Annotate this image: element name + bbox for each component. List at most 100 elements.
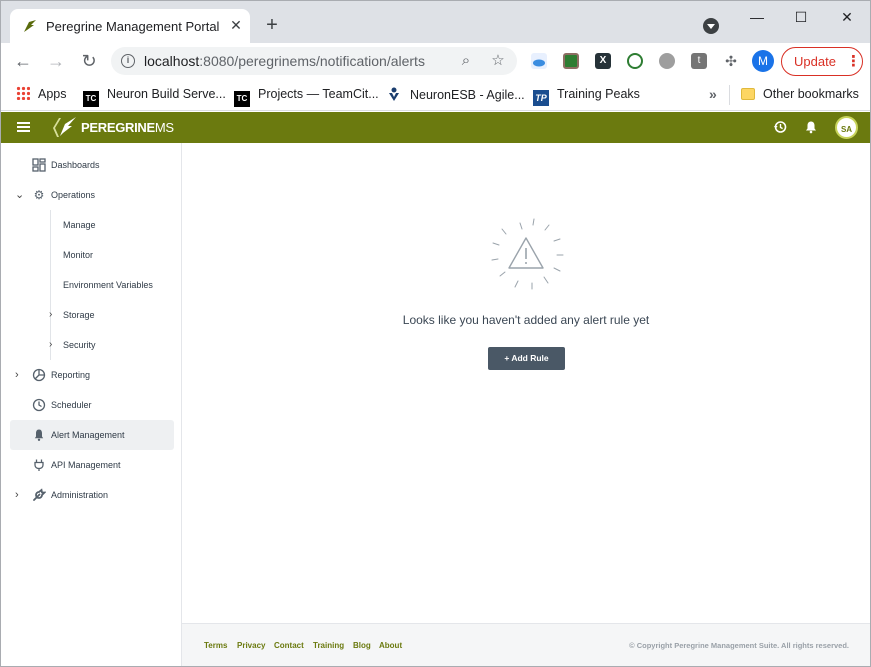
bookmark-apps[interactable]: Apps bbox=[16, 86, 67, 104]
sidebar-nav: Dashboards ⌄ ⚙ Operations Manage Monitor… bbox=[1, 143, 182, 666]
footer-link-terms[interactable]: Terms bbox=[204, 641, 227, 650]
teamcity-icon: TC bbox=[83, 91, 99, 107]
main-content: Looks like you haven't added any alert r… bbox=[182, 143, 870, 623]
browser-tab[interactable]: Peregrine Management Portal ✕ bbox=[10, 9, 250, 43]
peregrine-favicon-icon bbox=[24, 20, 36, 32]
logo-bold: PEREGRINE bbox=[81, 120, 155, 135]
sidebar-subitem-manage[interactable]: Manage bbox=[63, 210, 96, 240]
circle-extension-icon[interactable] bbox=[659, 53, 675, 69]
t-extension-icon[interactable]: t bbox=[691, 53, 707, 69]
url-host: localhost bbox=[144, 53, 200, 69]
sidebar-subitem-security[interactable]: Security bbox=[63, 330, 96, 360]
empty-state-message: Looks like you haven't added any alert r… bbox=[402, 313, 650, 327]
bell-icon[interactable] bbox=[804, 120, 818, 134]
maximize-button[interactable]: ☐ bbox=[791, 7, 811, 27]
chevron-right-icon[interactable]: › bbox=[15, 360, 19, 390]
forward-arrow-icon[interactable]: → bbox=[46, 51, 66, 71]
bookmark-star-icon[interactable]: ☆ bbox=[489, 52, 507, 70]
dashboard-grid-icon bbox=[32, 158, 46, 172]
chevron-right-icon[interactable]: › bbox=[15, 480, 19, 510]
bookmark-neuron-build[interactable]: TC Neuron Build Serve... bbox=[83, 86, 226, 107]
warning-triangle-icon bbox=[491, 218, 564, 290]
sidebar-subitem-environment-variables[interactable]: Environment Variables bbox=[63, 270, 153, 300]
reload-icon[interactable]: ↻ bbox=[79, 51, 99, 71]
address-bar[interactable]: i localhost:8080/peregrinems/notificatio… bbox=[111, 47, 517, 75]
tab-title: Peregrine Management Portal bbox=[46, 19, 220, 34]
copyright-text: © Copyright Peregrine Management Suite. … bbox=[629, 641, 849, 650]
sidebar-item-label: Scheduler bbox=[51, 400, 92, 410]
apps-grid-icon bbox=[16, 86, 30, 100]
site-info-icon[interactable]: i bbox=[121, 54, 135, 68]
history-icon[interactable] bbox=[773, 120, 787, 134]
bookmark-neuronesb-agile[interactable]: NeuronESB - Agile... bbox=[386, 86, 525, 104]
back-arrow-icon[interactable]: ← bbox=[13, 51, 33, 71]
footer-link-training[interactable]: Training bbox=[313, 641, 344, 650]
update-label: Update bbox=[794, 54, 836, 69]
footer-link-about[interactable]: About bbox=[379, 641, 402, 650]
extensions-puzzle-icon[interactable]: ✣ bbox=[723, 53, 739, 69]
url-text[interactable]: localhost:8080/peregrinems/notification/… bbox=[144, 53, 425, 69]
page-footer: Terms Privacy Contact Training Blog Abou… bbox=[182, 623, 870, 666]
update-button[interactable]: Update ⋮ bbox=[781, 47, 863, 76]
folder-icon bbox=[741, 88, 755, 100]
bookmarks-bar: Apps TC Neuron Build Serve... TC Projects … bbox=[1, 79, 870, 111]
sidebar-item-label: API Management bbox=[51, 460, 121, 470]
new-tab-button[interactable]: + bbox=[263, 15, 281, 35]
add-rule-button[interactable]: + Add Rule bbox=[488, 347, 565, 370]
sidebar-item-reporting[interactable]: › Reporting bbox=[10, 360, 174, 390]
sidebar-subitem-storage[interactable]: Storage bbox=[63, 300, 95, 330]
chevron-right-icon[interactable]: › bbox=[49, 300, 52, 330]
onedrive-extension-icon[interactable] bbox=[531, 53, 547, 69]
gear-icon: ⚙ bbox=[33, 188, 45, 202]
hamburger-menu-icon[interactable] bbox=[17, 122, 30, 132]
sidebar-item-label: Dashboards bbox=[51, 160, 100, 170]
wrench-icon bbox=[33, 488, 46, 501]
chrome-menu-icon[interactable]: ⋮ bbox=[846, 48, 861, 75]
evernote-extension-icon[interactable] bbox=[627, 53, 643, 69]
sidebar-item-label: Reporting bbox=[51, 370, 91, 380]
tab-close-icon[interactable]: ✕ bbox=[228, 17, 244, 33]
sidebar-subitem-monitor[interactable]: Monitor bbox=[63, 240, 93, 270]
sidebar-item-operations[interactable]: ⌄ ⚙ Operations bbox=[10, 180, 174, 210]
clock-icon bbox=[32, 398, 46, 412]
chevron-down-icon[interactable]: ⌄ bbox=[15, 180, 24, 210]
sidebar-item-dashboards[interactable]: Dashboards bbox=[10, 150, 174, 180]
zoom-search-icon[interactable]: ⌕ bbox=[457, 52, 475, 70]
pie-chart-icon bbox=[32, 368, 46, 382]
sidebar-item-scheduler[interactable]: Scheduler bbox=[10, 390, 174, 420]
bookmark-label: NeuronESB - Agile... bbox=[410, 88, 525, 102]
tab-search-icon[interactable] bbox=[703, 18, 719, 34]
teamcity-icon: TC bbox=[234, 91, 250, 107]
bookmark-other[interactable]: Other bookmarks bbox=[741, 86, 859, 104]
profile-avatar[interactable]: M bbox=[752, 50, 774, 72]
image-extension-icon[interactable] bbox=[563, 53, 579, 69]
close-window-button[interactable]: ✕ bbox=[837, 7, 857, 27]
trainingpeaks-icon: TP bbox=[533, 90, 549, 106]
bell-icon bbox=[34, 429, 44, 441]
bookmark-divider bbox=[729, 85, 730, 105]
x-extension-icon[interactable]: X bbox=[595, 53, 611, 69]
bookmark-label: Other bookmarks bbox=[763, 87, 859, 101]
bookmark-label: Projects — TeamCit... bbox=[258, 87, 379, 101]
bookmark-projects-teamcity[interactable]: TC Projects — TeamCit... bbox=[234, 86, 379, 107]
browser-window: Peregrine Management Portal ✕ + — ☐ ✕ ← … bbox=[0, 0, 871, 667]
bookmark-label: Neuron Build Serve... bbox=[107, 87, 226, 101]
sidebar-item-alert-management[interactable]: Alert Management bbox=[10, 420, 174, 450]
footer-link-privacy[interactable]: Privacy bbox=[237, 641, 265, 650]
footer-link-blog[interactable]: Blog bbox=[353, 641, 371, 650]
more-bookmarks-chevron-icon[interactable]: » bbox=[709, 86, 717, 104]
url-path: :8080/peregrinems/notification/alerts bbox=[199, 53, 425, 69]
chevron-right-icon[interactable]: › bbox=[49, 330, 52, 360]
app-header: PEREGRINEMS SA bbox=[1, 112, 870, 143]
sidebar-item-administration[interactable]: › Administration bbox=[10, 480, 174, 510]
footer-link-contact[interactable]: Contact bbox=[274, 641, 304, 650]
sidebar-item-api-management[interactable]: API Management bbox=[10, 450, 174, 480]
app-logo-text[interactable]: PEREGRINEMS bbox=[81, 120, 174, 135]
bookmark-label: Training Peaks bbox=[557, 87, 640, 101]
user-avatar[interactable]: SA bbox=[835, 116, 858, 139]
browser-toolbar: ← → ↻ i localhost:8080/peregrinems/notif… bbox=[1, 43, 870, 79]
bookmark-training-peaks[interactable]: TP Training Peaks bbox=[533, 86, 640, 106]
sidebar-item-label: Administration bbox=[51, 490, 109, 500]
minimize-button[interactable]: — bbox=[747, 7, 767, 27]
tab-strip: Peregrine Management Portal ✕ + — ☐ ✕ bbox=[1, 1, 870, 43]
